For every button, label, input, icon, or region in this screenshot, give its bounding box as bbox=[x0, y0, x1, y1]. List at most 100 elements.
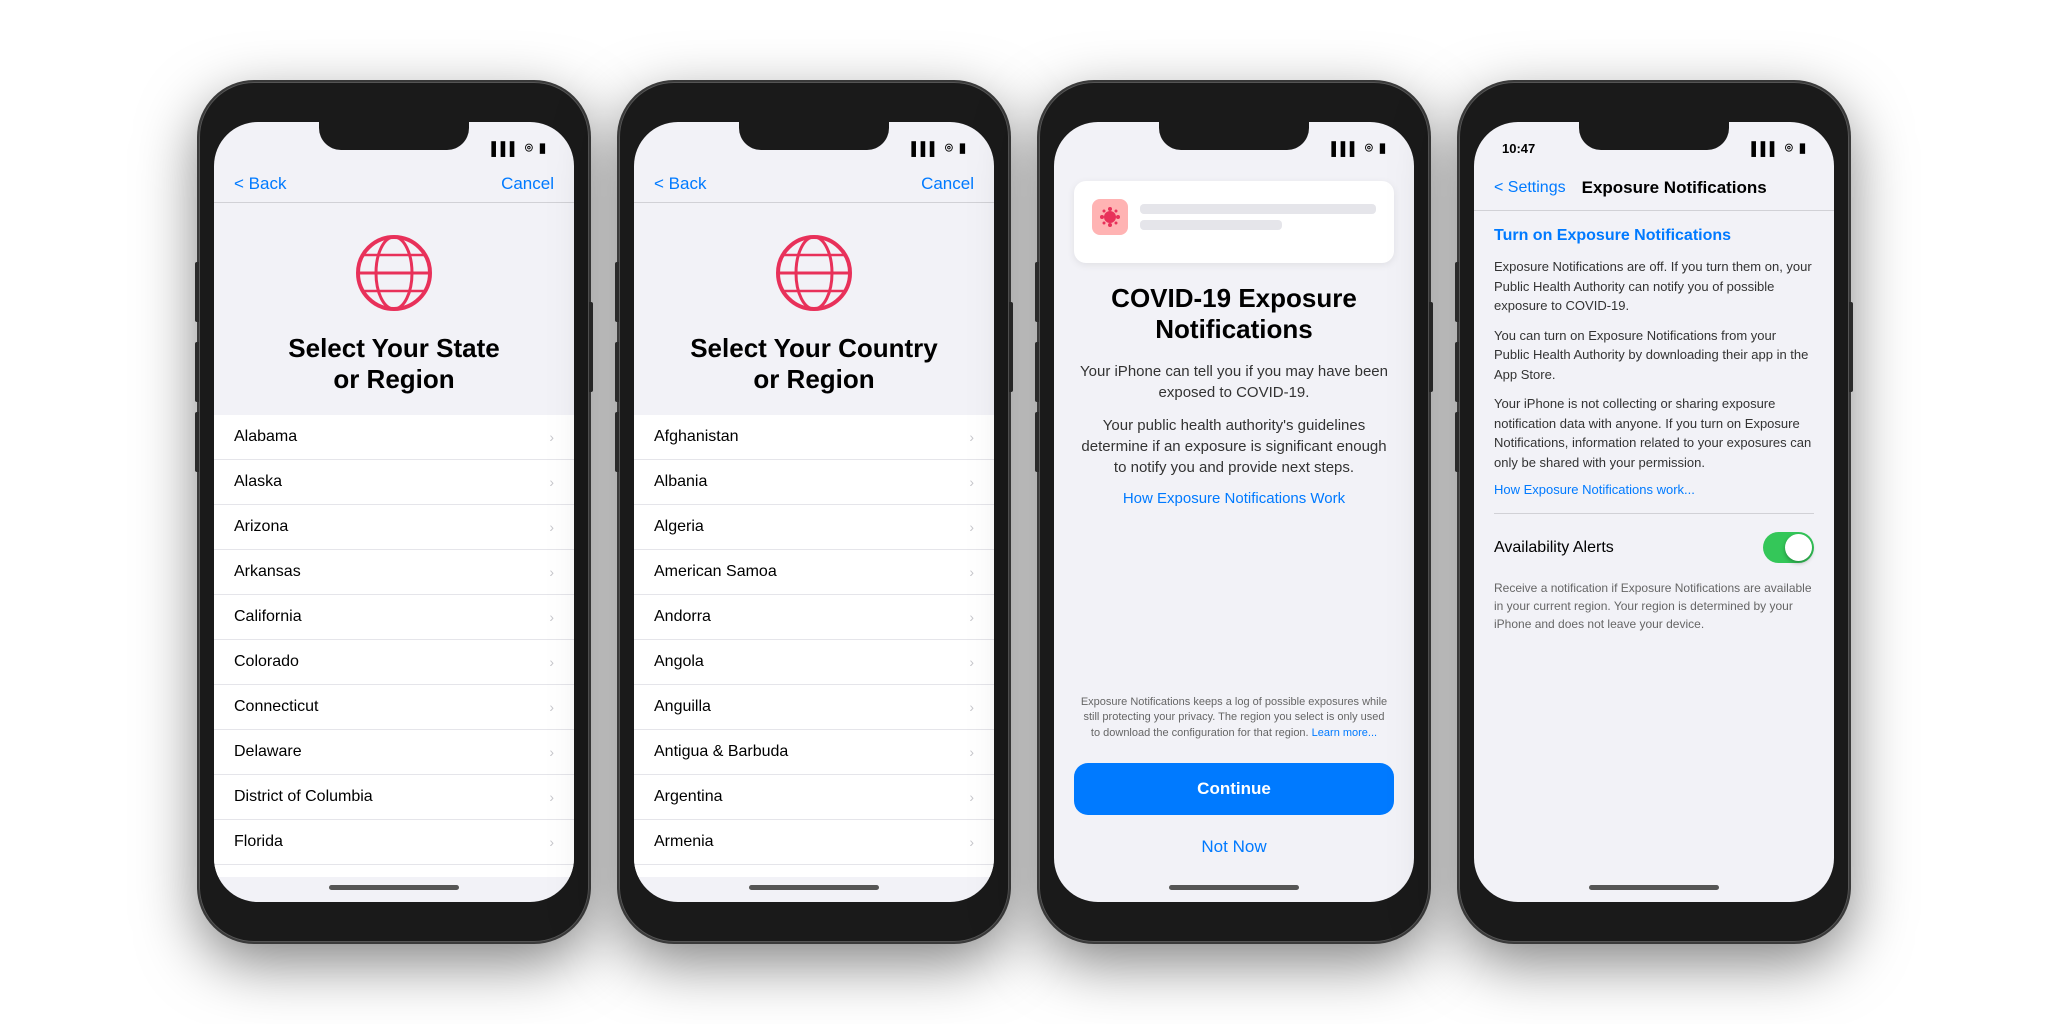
chevron-icon: › bbox=[969, 474, 974, 490]
how-notifications-link[interactable]: How Exposure Notifications work... bbox=[1494, 482, 1814, 497]
availability-toggle[interactable] bbox=[1763, 532, 1814, 563]
turn-on-link[interactable]: Turn on Exposure Notifications bbox=[1494, 227, 1814, 245]
list-item[interactable]: Argentina› bbox=[634, 775, 994, 820]
home-indicator-2 bbox=[749, 885, 879, 890]
divider bbox=[1494, 513, 1814, 514]
doc-line bbox=[1140, 204, 1376, 214]
list-item[interactable]: Algeria› bbox=[634, 505, 994, 550]
screen-4: 10:47 ▌▌▌ ⌾ ▮ < Settings Exposure Notifi… bbox=[1474, 122, 1834, 902]
list-item[interactable]: Angola› bbox=[634, 640, 994, 685]
notch-1 bbox=[319, 122, 469, 150]
signal-icon-4: ▌▌▌ bbox=[1751, 141, 1779, 156]
chevron-icon: › bbox=[549, 564, 554, 580]
list-item[interactable]: Connecticut› bbox=[214, 685, 574, 730]
chevron-icon: › bbox=[549, 474, 554, 490]
chevron-icon: › bbox=[969, 744, 974, 760]
settings-header: < Settings Exposure Notifications bbox=[1474, 166, 1834, 211]
state-list: Alabama› Alaska› Arizona› Arkansas› Cali… bbox=[214, 415, 574, 877]
chevron-icon: › bbox=[549, 609, 554, 625]
wifi-icon-1: ⌾ bbox=[525, 140, 533, 156]
phone-country-select: ▌▌▌ ⌾ ▮ < Back Cancel Select Your Countr… bbox=[619, 82, 1009, 942]
notch-4 bbox=[1579, 122, 1729, 150]
list-item[interactable]: Colorado› bbox=[214, 640, 574, 685]
covid-footer-text: Exposure Notifications keeps a log of po… bbox=[1079, 695, 1389, 753]
country-list: Afghanistan› Albania› Algeria› American … bbox=[634, 415, 994, 877]
doc-icon bbox=[1092, 199, 1128, 235]
list-item[interactable]: Armenia› bbox=[634, 820, 994, 865]
phones-container: ▌▌▌ ⌾ ▮ < Back Cancel Select Your Stateo… bbox=[179, 62, 1869, 962]
status-icons-1: ▌▌▌ ⌾ ▮ bbox=[491, 140, 546, 156]
signal-icon-1: ▌▌▌ bbox=[491, 141, 519, 156]
screen-3: ▌▌▌ ⌾ ▮ bbox=[1054, 122, 1414, 902]
signal-icon-3: ▌▌▌ bbox=[1331, 141, 1359, 156]
chevron-icon: › bbox=[549, 744, 554, 760]
not-now-button[interactable]: Not Now bbox=[1054, 827, 1414, 867]
covid-main: COVID-19 Exposure Notifications Your iPh… bbox=[1054, 273, 1414, 763]
chevron-icon: › bbox=[549, 519, 554, 535]
list-item[interactable]: Alabama› bbox=[214, 415, 574, 460]
chevron-icon: › bbox=[969, 654, 974, 670]
chevron-icon: › bbox=[549, 834, 554, 850]
back-button-2[interactable]: < Back bbox=[654, 174, 706, 194]
chevron-icon: › bbox=[969, 609, 974, 625]
list-item[interactable]: Aruba› bbox=[634, 865, 994, 877]
notch-3 bbox=[1159, 122, 1309, 150]
continue-button[interactable]: Continue bbox=[1074, 763, 1394, 815]
home-indicator-4 bbox=[1589, 885, 1719, 890]
globe-icon-1 bbox=[354, 233, 434, 313]
chevron-icon: › bbox=[969, 789, 974, 805]
list-item[interactable]: Arkansas› bbox=[214, 550, 574, 595]
list-item-california[interactable]: California› bbox=[214, 595, 574, 640]
phone-covid-info: ▌▌▌ ⌾ ▮ bbox=[1039, 82, 1429, 942]
cancel-button-1[interactable]: Cancel bbox=[501, 174, 554, 194]
wifi-icon-4: ⌾ bbox=[1785, 140, 1793, 156]
list-item[interactable]: Anguilla› bbox=[634, 685, 994, 730]
back-button-1[interactable]: < Back bbox=[234, 174, 286, 194]
globe-container-1 bbox=[214, 233, 574, 313]
chevron-icon: › bbox=[969, 519, 974, 535]
wifi-icon-2: ⌾ bbox=[945, 140, 953, 156]
globe-icon-2 bbox=[774, 233, 854, 313]
doc-icon-row bbox=[1092, 199, 1376, 235]
availability-row: Availability Alerts bbox=[1494, 522, 1814, 573]
signal-icon-2: ▌▌▌ bbox=[911, 141, 939, 156]
status-icons-3: ▌▌▌ ⌾ ▮ bbox=[1331, 140, 1386, 156]
chevron-icon: › bbox=[969, 834, 974, 850]
chevron-icon: › bbox=[969, 564, 974, 580]
cancel-button-2[interactable]: Cancel bbox=[921, 174, 974, 194]
list-item[interactable]: Georgia› bbox=[214, 865, 574, 877]
list-item[interactable]: Andorra› bbox=[634, 595, 994, 640]
chevron-icon: › bbox=[549, 789, 554, 805]
list-item[interactable]: Antigua & Barbuda› bbox=[634, 730, 994, 775]
chevron-icon: › bbox=[549, 429, 554, 445]
phone-state-select: ▌▌▌ ⌾ ▮ < Back Cancel Select Your Stateo… bbox=[199, 82, 589, 942]
list-item[interactable]: Florida› bbox=[214, 820, 574, 865]
settings-content: Turn on Exposure Notifications Exposure … bbox=[1474, 211, 1834, 877]
list-item[interactable]: Arizona› bbox=[214, 505, 574, 550]
settings-back-button[interactable]: < Settings bbox=[1494, 179, 1566, 197]
screen-title-2: Select Your Countryor Region bbox=[634, 333, 994, 395]
list-item[interactable]: Delaware› bbox=[214, 730, 574, 775]
list-item[interactable]: American Samoa› bbox=[634, 550, 994, 595]
doc-lines bbox=[1140, 204, 1376, 230]
screen-1: ▌▌▌ ⌾ ▮ < Back Cancel Select Your Stateo… bbox=[214, 122, 574, 902]
nav-bar-2: < Back Cancel bbox=[634, 166, 994, 203]
settings-desc-1: Exposure Notifications are off. If you t… bbox=[1494, 257, 1814, 316]
covid-how-link[interactable]: How Exposure Notifications Work bbox=[1079, 490, 1389, 507]
chevron-icon: › bbox=[549, 654, 554, 670]
nav-bar-1: < Back Cancel bbox=[214, 166, 574, 203]
list-item[interactable]: Alaska› bbox=[214, 460, 574, 505]
list-item-dc[interactable]: District of Columbia› bbox=[214, 775, 574, 820]
virus-icon bbox=[1099, 206, 1121, 228]
covid-body: COVID-19 Exposure Notifications Your iPh… bbox=[1054, 166, 1414, 902]
status-icons-2: ▌▌▌ ⌾ ▮ bbox=[911, 140, 966, 156]
covid-title: COVID-19 Exposure Notifications bbox=[1079, 283, 1389, 345]
phone-settings: 10:47 ▌▌▌ ⌾ ▮ < Settings Exposure Notifi… bbox=[1459, 82, 1849, 942]
settings-desc-3: Your iPhone is not collecting or sharing… bbox=[1494, 394, 1814, 472]
status-icons-4: ▌▌▌ ⌾ ▮ bbox=[1751, 140, 1806, 156]
covid-footer-link[interactable]: Learn more... bbox=[1312, 727, 1377, 739]
settings-page-title: Exposure Notifications bbox=[1582, 178, 1767, 198]
battery-icon-3: ▮ bbox=[1379, 140, 1386, 156]
list-item[interactable]: Albania› bbox=[634, 460, 994, 505]
list-item[interactable]: Afghanistan› bbox=[634, 415, 994, 460]
